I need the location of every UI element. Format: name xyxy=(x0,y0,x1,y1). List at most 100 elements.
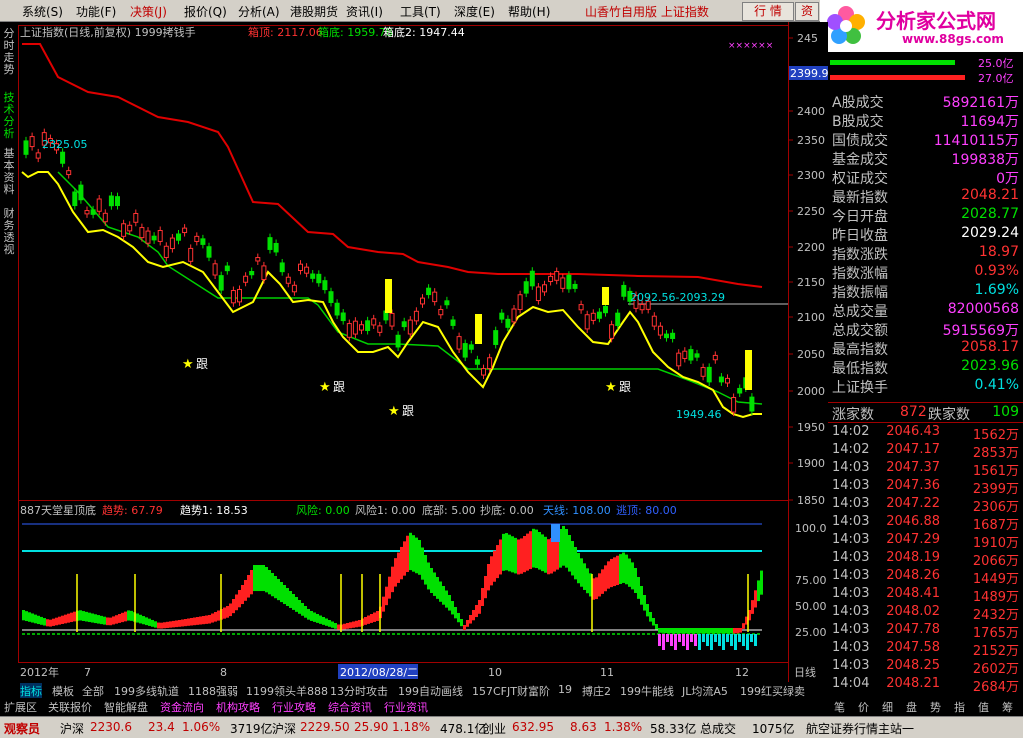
tab-institution[interactable]: 机构攻略 xyxy=(216,699,260,715)
vtab-intraday[interactable]: 分时走势 xyxy=(1,28,17,76)
candle xyxy=(371,318,377,326)
vtab-technical[interactable]: 技术分析 xyxy=(1,92,17,140)
candle xyxy=(212,263,218,276)
tab-red-buy[interactable]: 199红买绿卖 xyxy=(740,683,805,699)
status-index-pct: 1.06% xyxy=(182,720,221,734)
tab-fund-flow[interactable]: 资金流向 xyxy=(160,699,204,715)
tab-intraday-attack[interactable]: 13分时攻击 xyxy=(330,683,388,699)
candle xyxy=(621,284,627,297)
signal-bar xyxy=(475,314,482,344)
vol-down-label: 27.0亿 xyxy=(978,72,1014,85)
candle xyxy=(249,271,255,276)
tab-extension[interactable]: 扩展区 xyxy=(4,699,37,715)
signal-bar xyxy=(602,287,609,305)
trend1-label: 趋势1: 18.53 xyxy=(180,504,248,517)
candle xyxy=(731,397,737,413)
info-button[interactable]: 资 xyxy=(795,2,819,21)
candle xyxy=(365,320,371,331)
tab-19[interactable]: 19 xyxy=(558,683,572,696)
menu-tools[interactable]: 工具(T) xyxy=(400,3,441,20)
candle xyxy=(468,344,474,350)
quote-button[interactable]: 行 情 xyxy=(742,2,794,21)
right-tab[interactable]: 筹 xyxy=(1002,699,1013,715)
tab-industry-strategy[interactable]: 行业攻略 xyxy=(272,699,316,715)
menu-function[interactable]: 功能(F) xyxy=(76,3,116,20)
candle xyxy=(346,323,352,338)
candle xyxy=(389,312,395,327)
tiantou-label: 逃顶: 80.00 xyxy=(616,504,677,517)
right-tab[interactable]: 值 xyxy=(978,699,989,715)
status-index-name: 沪深 xyxy=(60,722,85,736)
tab-jl-flow[interactable]: JL均流A5 xyxy=(682,683,728,699)
right-tab[interactable]: 细 xyxy=(882,699,893,715)
tab-indicator[interactable]: 指标 xyxy=(20,683,42,699)
tab-leader[interactable]: 1199领头羊888 xyxy=(246,683,328,699)
box-bottom2-label: 箱底2: 1947.44 xyxy=(383,25,465,39)
tab-general-news[interactable]: 综合资讯 xyxy=(328,699,372,715)
price-tick: 2250 xyxy=(797,205,825,218)
candle xyxy=(664,333,669,339)
candle xyxy=(712,354,718,361)
candle xyxy=(499,312,505,320)
menu-hk-futures[interactable]: 港股期货 xyxy=(290,3,338,20)
candle xyxy=(224,265,230,272)
menu-depth[interactable]: 深度(E) xyxy=(454,3,495,20)
candle xyxy=(35,152,41,159)
candle xyxy=(340,312,346,322)
candle xyxy=(310,273,316,279)
candle xyxy=(670,332,676,339)
advance-decline-row: 涨家数 872 跌家数 109 xyxy=(828,402,1023,423)
candle xyxy=(261,265,267,281)
candle xyxy=(334,302,340,316)
right-tab[interactable]: 价 xyxy=(858,699,869,715)
tab-all[interactable]: 全部 xyxy=(82,683,104,699)
menu-system[interactable]: 系统(S) xyxy=(22,3,63,20)
tab-multi-track[interactable]: 199多线轨道 xyxy=(114,683,179,699)
vtab-basic[interactable]: 基本资料 xyxy=(1,148,17,196)
menu-news[interactable]: 资讯(I) xyxy=(346,3,383,20)
risk1-label: 风险1: 0.00 xyxy=(355,503,416,517)
price-tick: 2000 xyxy=(797,385,825,398)
candle xyxy=(377,325,383,333)
tick-row: 14:03 2048.26 1449万 xyxy=(832,568,1019,587)
menu-analysis[interactable]: 分析(A) xyxy=(238,3,280,20)
candle xyxy=(432,291,438,303)
candle xyxy=(694,353,700,358)
right-tab[interactable]: 盘 xyxy=(906,699,917,715)
kline-chart[interactable]: 245 2400 2350 2300 2250 2200 2150 2100 2050 2000 1… xyxy=(18,22,828,682)
price-tick: 2400 xyxy=(797,105,825,118)
vtab-finance[interactable]: 财务透视 xyxy=(1,208,17,256)
tab-auto-draw[interactable]: 199自动画线 xyxy=(398,683,463,699)
tab-bull-energy[interactable]: 199牛能线 xyxy=(620,683,674,699)
right-tab[interactable]: 势 xyxy=(930,699,941,715)
period-label[interactable]: 日线 xyxy=(794,665,816,679)
tab-bozhuang[interactable]: 搏庄2 xyxy=(582,683,611,699)
tab-related-quote[interactable]: 关联报价 xyxy=(48,699,92,715)
menu-decision[interactable]: 决策(J) xyxy=(130,3,167,20)
tab-industry-news[interactable]: 行业资讯 xyxy=(384,699,428,715)
candle xyxy=(578,304,584,311)
menu-quote[interactable]: 报价(Q) xyxy=(184,3,227,20)
decline-count: 109 xyxy=(992,404,1019,420)
candle xyxy=(29,136,35,148)
menu-help[interactable]: 帮助(H) xyxy=(508,3,550,20)
tab-wealth[interactable]: 157CFJT财富阶 xyxy=(472,683,550,699)
status-index-amount: 478.1亿 xyxy=(440,722,487,736)
status-index-change: 8.63 xyxy=(570,720,597,734)
candle xyxy=(725,377,730,384)
status-index-value: 632.95 xyxy=(512,720,554,734)
right-tab[interactable]: 指 xyxy=(954,699,965,715)
candle xyxy=(218,275,224,291)
right-tab[interactable]: 笔 xyxy=(834,699,845,715)
candle xyxy=(151,235,157,241)
tab-strength[interactable]: 1188强弱 xyxy=(188,683,238,699)
stock-label: 山香竹自用版 上证指数 xyxy=(585,5,709,19)
candle xyxy=(505,318,511,328)
tab-smart-analysis[interactable]: 智能解盘 xyxy=(104,699,148,715)
tab-template[interactable]: 模板 xyxy=(52,683,74,699)
right-info-panel: 25.0亿 27.0亿 A股成交 5892161万 B股成交 11694万 国债成交 11… xyxy=(828,52,1023,695)
observer-label[interactable]: 观察员 xyxy=(4,720,40,737)
x-label: 10 xyxy=(488,666,502,679)
candle xyxy=(102,212,108,223)
stat-row: A股成交 5892161万 xyxy=(832,95,1019,111)
